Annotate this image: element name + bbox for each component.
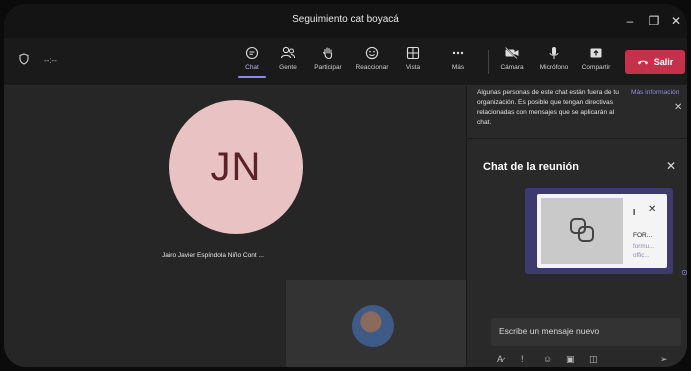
grid-icon	[406, 46, 420, 60]
maximize-button[interactable]: ❐	[644, 11, 664, 31]
emoji-icon[interactable]: ☺	[543, 354, 552, 364]
close-icon[interactable]: ✕	[648, 204, 656, 215]
card-subtitle: formu... offic...	[633, 243, 655, 259]
call-timer: --:--	[44, 56, 57, 65]
people-label: Gente	[279, 64, 297, 71]
card-title: FOR...	[633, 232, 653, 239]
share-icon	[590, 48, 602, 58]
external-notice-text: Algunas personas de este chat están fuer…	[477, 89, 619, 126]
chat-icon	[245, 46, 259, 60]
react-button[interactable]: Reaccionar	[350, 46, 394, 71]
card-letter: I	[633, 208, 636, 217]
chat-message: I ✕ FOR... formu... offic...	[525, 188, 673, 274]
people-button[interactable]: Gente	[266, 46, 310, 71]
mic-icon	[549, 47, 559, 59]
hang-up-icon	[637, 60, 648, 65]
format-icon[interactable]: A̷	[497, 354, 503, 364]
participant-name: Jairo Javier Espíndola Niño Cont ...	[162, 252, 264, 259]
more-label: Más	[451, 64, 465, 71]
raise-hand-button[interactable]: Participar	[306, 46, 350, 71]
raise-hand-icon	[322, 47, 333, 60]
gif-icon[interactable]: ▣	[566, 354, 575, 365]
close-icon[interactable]: ✕	[674, 102, 682, 113]
share-button[interactable]: Compartir	[574, 46, 618, 71]
teams-window: Seguimiento cat boyacá – ❐ ✕ --:-- Chat …	[4, 4, 687, 367]
title-bar: Seguimiento cat boyacá – ❐ ✕	[4, 4, 687, 38]
camera-off-icon	[504, 46, 519, 60]
minimize-button[interactable]: –	[620, 11, 640, 31]
link-icon	[570, 218, 594, 242]
share-label: Compartir	[581, 64, 611, 71]
self-avatar	[352, 305, 394, 347]
more-button[interactable]: Más	[436, 46, 480, 71]
close-chat-button[interactable]: ✕	[666, 159, 676, 173]
file-thumbnail	[541, 198, 623, 264]
smile-icon	[365, 46, 379, 60]
view-label: Vista	[405, 64, 421, 71]
more-icon	[452, 51, 464, 55]
people-icon	[280, 46, 295, 59]
meeting-toolbar: --:-- Chat Gente Participar Reaccionar V…	[4, 38, 687, 86]
file-card[interactable]: I ✕ FOR... formu... offic...	[537, 194, 667, 268]
leave-button[interactable]: Salir	[625, 50, 685, 74]
chat-panel: Algunas personas de este chat están fuer…	[466, 86, 687, 367]
microphone-label: Micrófono	[539, 64, 569, 71]
compose-box[interactable]: Escribe un mensaje nuevo	[491, 318, 681, 346]
more-info-link[interactable]: Más información	[631, 88, 681, 98]
send-icon[interactable]: ➢	[660, 354, 668, 365]
shield-icon	[19, 53, 29, 65]
toolbar-divider	[488, 50, 489, 74]
react-label: Reaccionar	[355, 64, 389, 71]
sticker-icon[interactable]: ◫	[589, 354, 598, 365]
seen-check-icon: ⊙	[681, 268, 687, 277]
camera-label: Cámara	[500, 64, 524, 71]
chat-header: Chat de la reunión ✕	[467, 138, 687, 182]
priority-icon[interactable]: !	[521, 354, 524, 364]
leave-label: Salir	[653, 57, 674, 67]
chat-title: Chat de la reunión	[483, 161, 579, 173]
participant-avatar: JN	[169, 100, 303, 234]
camera-button[interactable]: Cámara	[490, 46, 534, 71]
microphone-button[interactable]: Micrófono	[532, 46, 576, 71]
video-stage: JN Jairo Javier Espíndola Niño Cont ...	[4, 86, 466, 367]
raise-hand-label: Participar	[314, 64, 342, 71]
window-title: Seguimiento cat boyacá	[292, 14, 399, 25]
self-view-tile[interactable]	[286, 280, 466, 367]
view-button[interactable]: Vista	[391, 46, 435, 71]
close-window-button[interactable]: ✕	[666, 11, 686, 31]
